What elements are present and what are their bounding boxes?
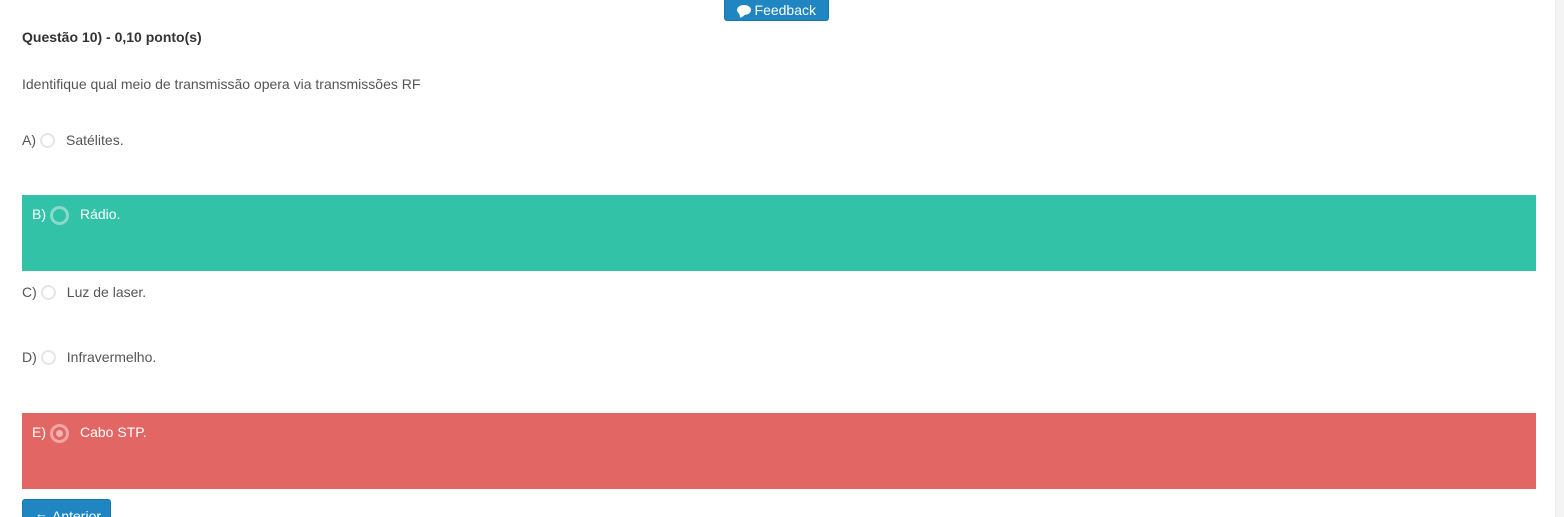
option-radio[interactable] — [40, 133, 55, 148]
option-letter: B) — [32, 206, 46, 222]
option-radio[interactable] — [40, 285, 56, 300]
scrollbar[interactable] — [1555, 0, 1564, 517]
previous-button[interactable]: ← Anterior — [22, 499, 111, 517]
option-letter: C) — [22, 284, 37, 300]
question-text: Identifique qual meio de transmissão ope… — [22, 76, 421, 92]
option-label: Satélites. — [66, 132, 124, 148]
option-label: Cabo STP. — [80, 424, 147, 440]
option-label: Infravermelho. — [66, 349, 157, 365]
feedback-button[interactable]: Feedback — [724, 0, 829, 21]
option-radio[interactable] — [50, 424, 69, 443]
previous-label: Anterior — [52, 508, 102, 517]
arrow-left-icon: ← — [35, 506, 48, 517]
option-d[interactable]: D) Infravermelho. — [22, 347, 1536, 367]
option-letter: A) — [22, 132, 36, 148]
option-label: Luz de laser. — [66, 284, 147, 300]
option-label: Rádio. — [80, 206, 121, 222]
feedback-label: Feedback — [754, 1, 816, 18]
option-a[interactable]: A) Satélites. — [22, 130, 1536, 150]
option-c[interactable]: C) Luz de laser. — [22, 282, 1536, 302]
question-title: Questão 10) - 0,10 ponto(s) — [22, 29, 202, 45]
option-letter: E) — [32, 424, 46, 440]
comment-icon — [737, 4, 751, 15]
option-e[interactable]: E) Cabo STP. — [22, 413, 1536, 489]
option-radio[interactable] — [40, 350, 56, 365]
page: Feedback Questão 10) - 0,10 ponto(s) Ide… — [0, 0, 1564, 517]
option-radio[interactable] — [50, 206, 69, 225]
option-letter: D) — [22, 349, 37, 365]
option-b[interactable]: B) Rádio. — [22, 195, 1536, 271]
